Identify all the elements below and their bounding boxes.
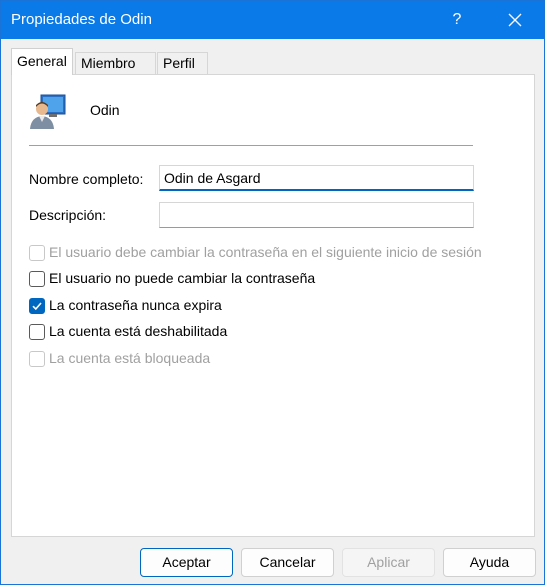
window-title: Propiedades de Odin [11,11,152,28]
checkbox-label: La cuenta está bloqueada [49,350,211,366]
cancel-button[interactable]: Cancelar [241,548,334,577]
tab-miembro-de[interactable]: Miembro de [75,52,156,91]
full-name-label: Nombre completo: [29,171,144,187]
description-field[interactable] [159,202,474,228]
tab-perfil[interactable]: Perfil [157,52,208,74]
close-icon [508,13,522,27]
checkbox-box[interactable] [29,298,45,314]
checkbox-box[interactable] [29,245,45,261]
checkbox-label: El usuario debe cambiar la contraseña en… [49,244,482,260]
user-name: Odin [90,102,120,118]
help-dialog-button[interactable]: Ayuda [443,548,536,577]
checkbox-box[interactable] [29,324,45,340]
checkbox-box[interactable] [29,271,45,287]
checkbox-box[interactable] [29,351,45,367]
close-button[interactable] [495,1,535,39]
ok-button[interactable]: Aceptar [140,548,233,577]
checkbox-label: La contraseña nunca expira [49,297,222,313]
properties-dialog: Propiedades de Odin ? General Miembro de… [0,0,545,585]
checkmark-icon [32,302,42,311]
tab-general[interactable]: General [11,48,73,75]
help-button[interactable]: ? [437,1,477,39]
full-name-field[interactable] [159,165,474,191]
checkbox-label: La cuenta está deshabilitada [49,323,228,339]
title-bar: Propiedades de Odin ? [1,1,544,39]
checkbox-label: El usuario no puede cambiar la contraseñ… [49,270,316,286]
description-label: Descripción: [29,207,107,223]
user-account-icon [30,94,66,129]
apply-button[interactable]: Aplicar [342,548,435,577]
